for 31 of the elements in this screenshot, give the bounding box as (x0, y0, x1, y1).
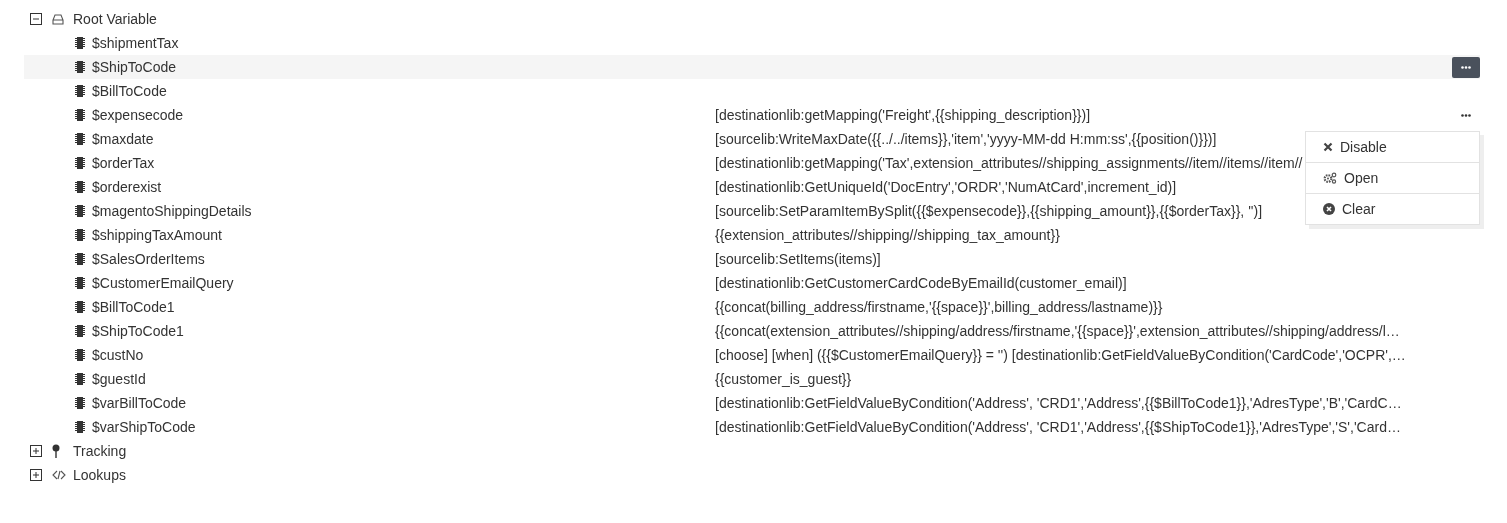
variable-name: $guestId (92, 371, 147, 387)
variable-value: {{extension_attributes//shipping//shipping_tax_amount}} (715, 227, 1060, 243)
variable-value: {{concat(billing_address/firstname,'{{space}}',billing_address/lastname)}} (715, 299, 1163, 315)
variable-name: $magentoShippingDetails (92, 203, 253, 219)
variable-name: $CustomerEmailQuery (92, 275, 235, 291)
variable-name: $varBillToCode (92, 395, 188, 411)
variable-value: [destinationlib:GetFieldValueByCondition('Address', 'CRD1','Address',{{$BillToCode1}},'AdresType','B','CardC… (715, 395, 1402, 411)
variable-value: [destinationlib:getMapping('Tax',extension_attributes//shipping_assignments//item//items//item// (715, 155, 1303, 171)
variable-value: {{customer_is_guest}} (715, 371, 852, 387)
variable-name: $BillToCode (92, 83, 168, 99)
variable-value: [sourcelib:WriteMaxDate({{../../items}},'item','yyyy-MM-dd H:mm:ss',{{position()}})] (715, 131, 1217, 147)
variable-value: [sourcelib:SetItems(items)] (715, 251, 881, 267)
variable-value: [destinationlib:GetFieldValueByCondition('Address', 'CRD1','Address',{{$ShipToCode1}},'AdresType','S','Card… (715, 419, 1401, 435)
variable-name: $custNo (92, 347, 145, 363)
variable-name: $shippingTaxAmount (92, 227, 223, 243)
variable-name: $maxdate (92, 131, 155, 147)
variable-name: $expensecode (92, 107, 185, 123)
variable-name: $ShipToCode (92, 59, 178, 75)
variable-value: [sourcelib:SetParamItemBySplit({{$expensecode}},{{shipping_amount}},{{$orderTax}}, '')] (715, 203, 1263, 219)
variable-value: [destinationlib:GetUniqueId('DocEntry','ORDR','NumAtCard',increment_id)] (715, 179, 1177, 195)
variable-name: $BillToCode1 (92, 299, 176, 315)
variable-value: {{concat(extension_attributes//shipping/address/firstname,'{{space}}',extension_attributes//shipping/address/l… (715, 323, 1400, 339)
variable-value: [destinationlib:GetCustomerCardCodeByEmailId(customer_email)] (715, 275, 1127, 291)
variable-name: $ShipToCode1 (92, 323, 185, 339)
variable-name: $orderTax (92, 155, 156, 171)
variable-value: [choose] [when] ({{$CustomerEmailQuery}} = '') [destinationlib:GetFieldValueByCondition('CardCode','OCPR',… (715, 347, 1406, 363)
variable-name: $shipmentTax (92, 35, 180, 51)
variable-name: $SalesOrderItems (92, 251, 206, 267)
variable-name: $orderexist (92, 179, 163, 195)
variable-name: $varShipToCode (92, 419, 197, 435)
variable-value: [destinationlib:getMapping('Freight',{{shipping_description}})] (715, 107, 1091, 123)
